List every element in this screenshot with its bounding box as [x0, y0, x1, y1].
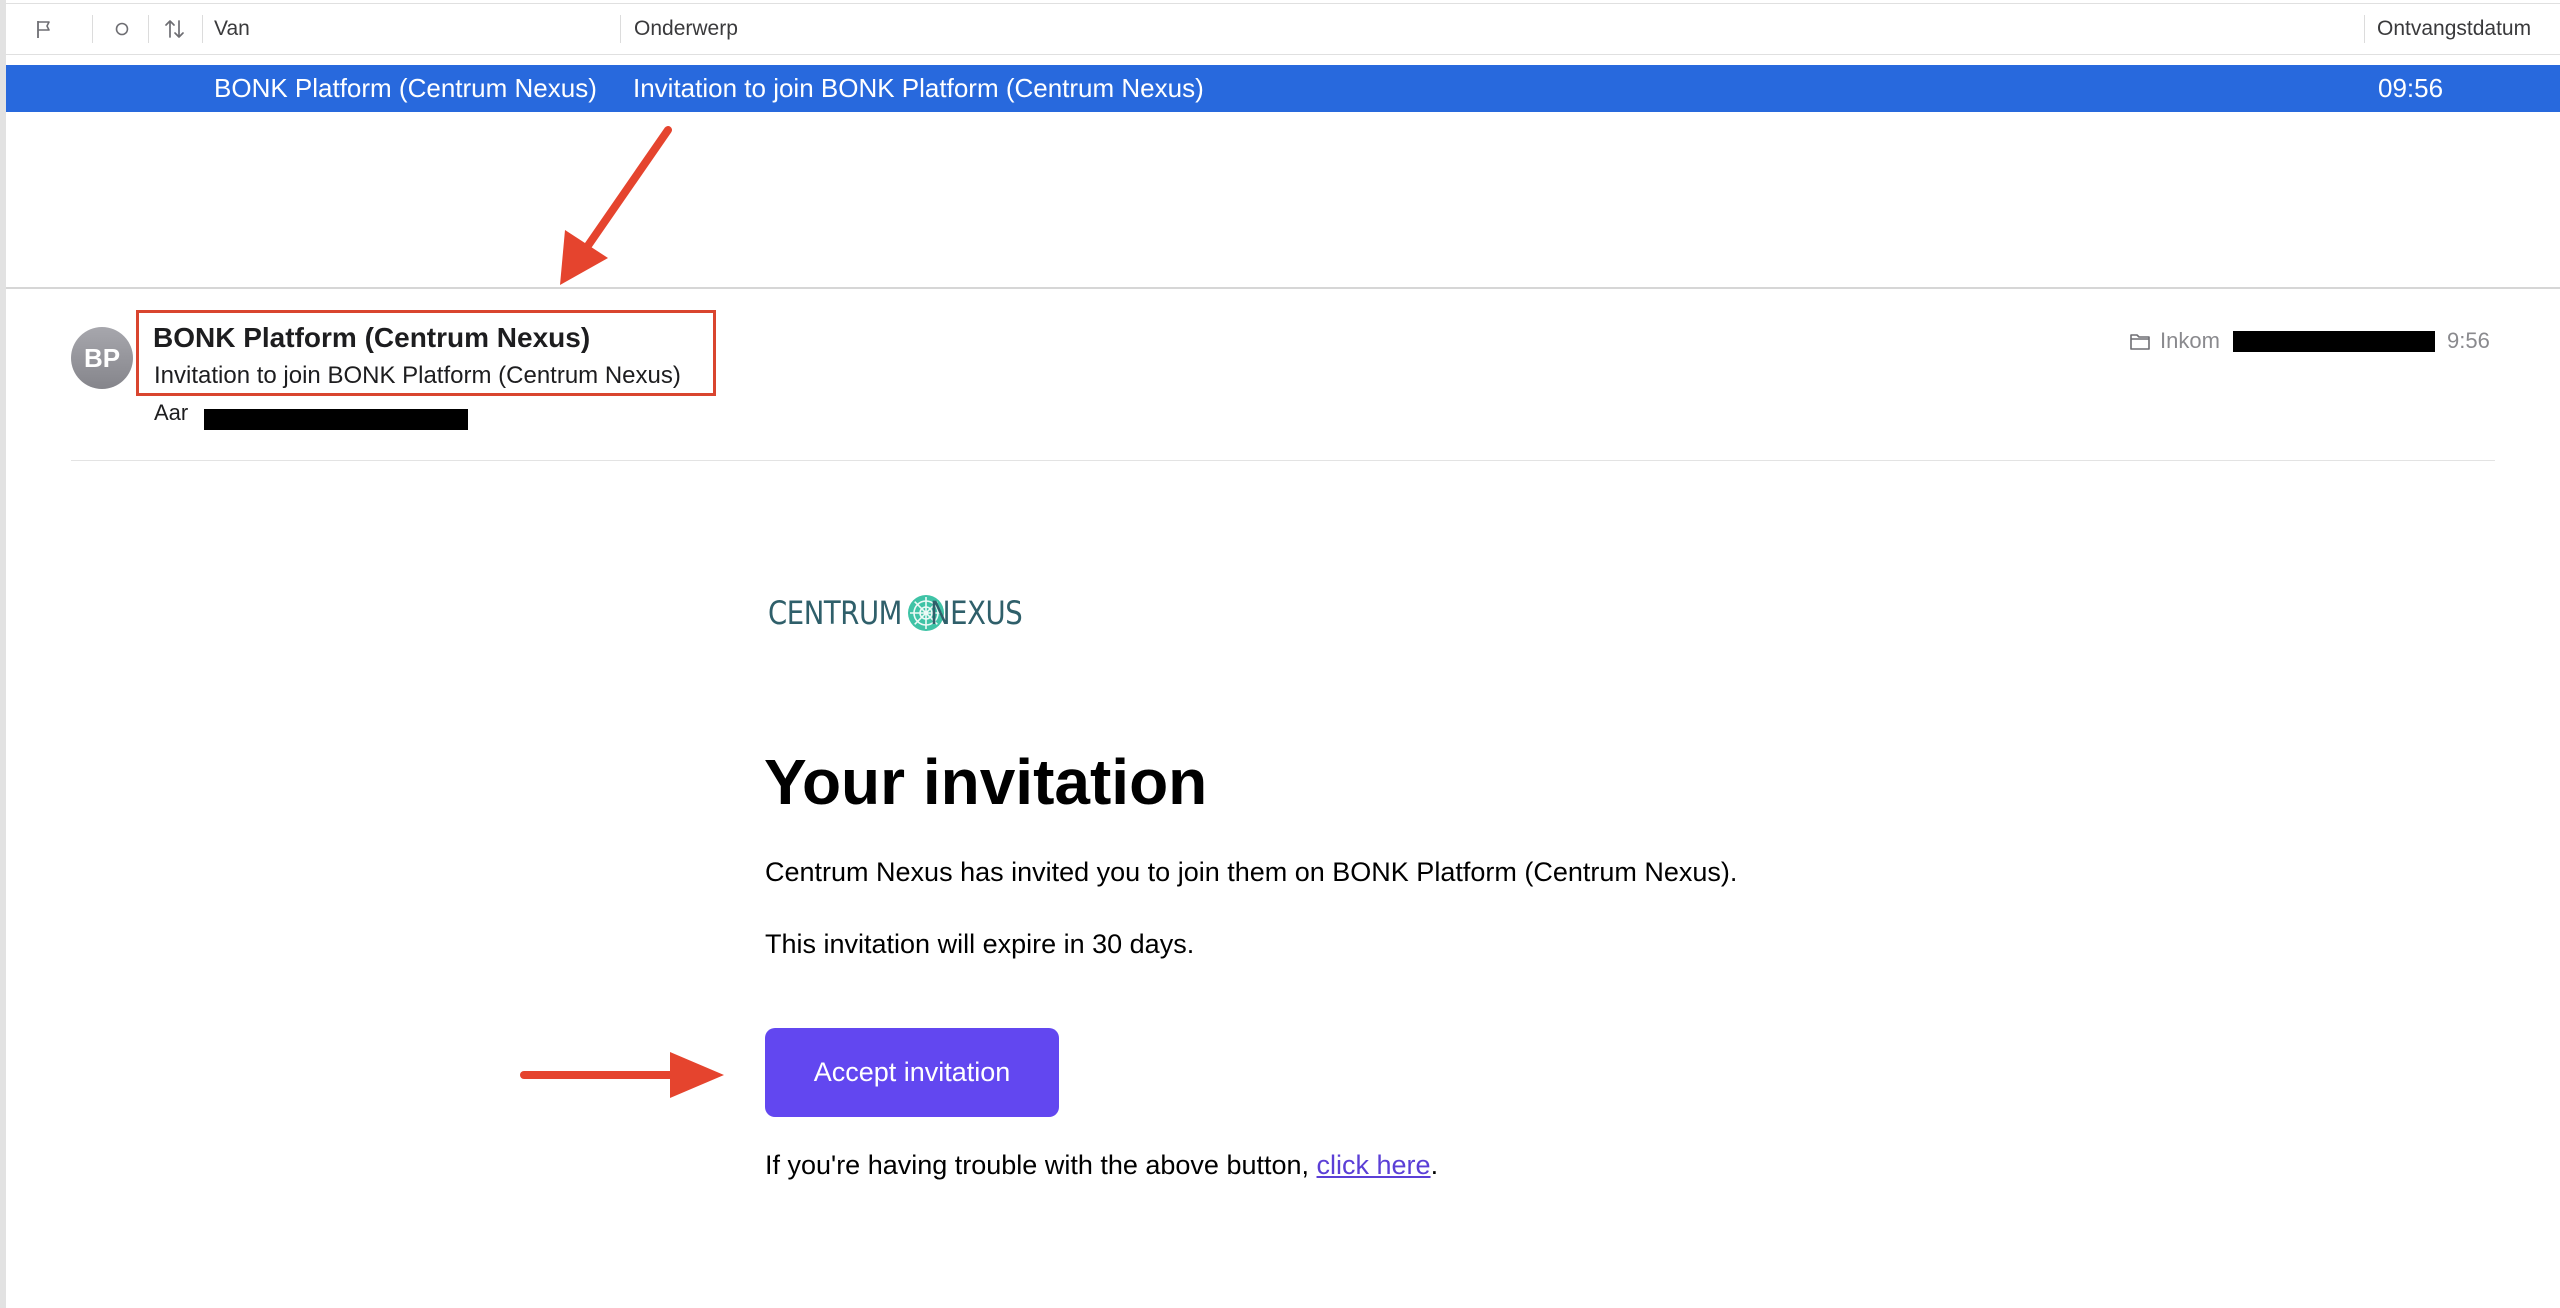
- accept-invitation-button[interactable]: Accept invitation: [765, 1028, 1059, 1117]
- logo-text-left: CENTRUM: [768, 594, 902, 632]
- folder-name[interactable]: Inkom: [2160, 326, 2220, 356]
- logo-text-right: NEXUS: [929, 594, 1023, 632]
- column-separator: [148, 15, 149, 43]
- trouble-text: If you're having trouble with the above …: [765, 1150, 1438, 1181]
- column-separator: [202, 15, 203, 43]
- column-header-from[interactable]: Van: [214, 4, 250, 54]
- sort-arrows-icon[interactable]: [162, 16, 188, 42]
- arrow-to-sender: [560, 126, 672, 285]
- sender-name[interactable]: BONK Platform (Centrum Nexus): [153, 322, 590, 354]
- column-separator: [92, 15, 93, 43]
- column-separator: [2364, 15, 2365, 43]
- message-list-header: Van Onderwerp Ontvangstdatum: [6, 3, 2560, 55]
- row-subject: Invitation to join BONK Platform (Centru…: [633, 73, 1204, 103]
- message-header-separator: [71, 460, 2495, 461]
- annotation-arrows: [520, 126, 724, 1098]
- column-header-subject[interactable]: Onderwerp: [634, 4, 738, 54]
- expiry-paragraph: This invitation will expire in 30 days.: [765, 929, 1195, 959]
- click-here-link[interactable]: click here: [1317, 1150, 1431, 1180]
- message-row-selected[interactable]: BONK Platform (Centrum Nexus) Invitation…: [6, 65, 2560, 112]
- avatar: BP: [71, 327, 133, 389]
- recipient-label: Aar: [154, 400, 189, 425]
- column-separator: [620, 15, 621, 43]
- flag-icon[interactable]: [31, 16, 57, 42]
- email-title: Your invitation: [764, 746, 1208, 818]
- arrow-to-button: [520, 1052, 724, 1098]
- trouble-prefix: If you're having trouble with the above …: [765, 1150, 1317, 1180]
- message-subject: Invitation to join BONK Platform (Centru…: [154, 362, 681, 389]
- column-header-received[interactable]: Ontvangstdatum: [2377, 4, 2531, 54]
- folder-icon: [2129, 326, 2151, 356]
- row-from: BONK Platform (Centrum Nexus): [214, 73, 597, 103]
- invite-paragraph: Centrum Nexus has invited you to join th…: [765, 857, 1738, 887]
- window-left-edge: [0, 0, 6, 1308]
- unread-dot-icon[interactable]: [109, 16, 135, 42]
- redacted-recipient: [204, 409, 468, 430]
- message-time: 9:56: [2447, 328, 2490, 353]
- trouble-suffix: .: [1430, 1150, 1439, 1180]
- centrum-nexus-logo: CENTRUM NEXUS: [768, 588, 1037, 638]
- pane-divider[interactable]: [6, 287, 2560, 289]
- row-time: 09:56: [2378, 73, 2444, 103]
- redacted-address: [2233, 331, 2435, 352]
